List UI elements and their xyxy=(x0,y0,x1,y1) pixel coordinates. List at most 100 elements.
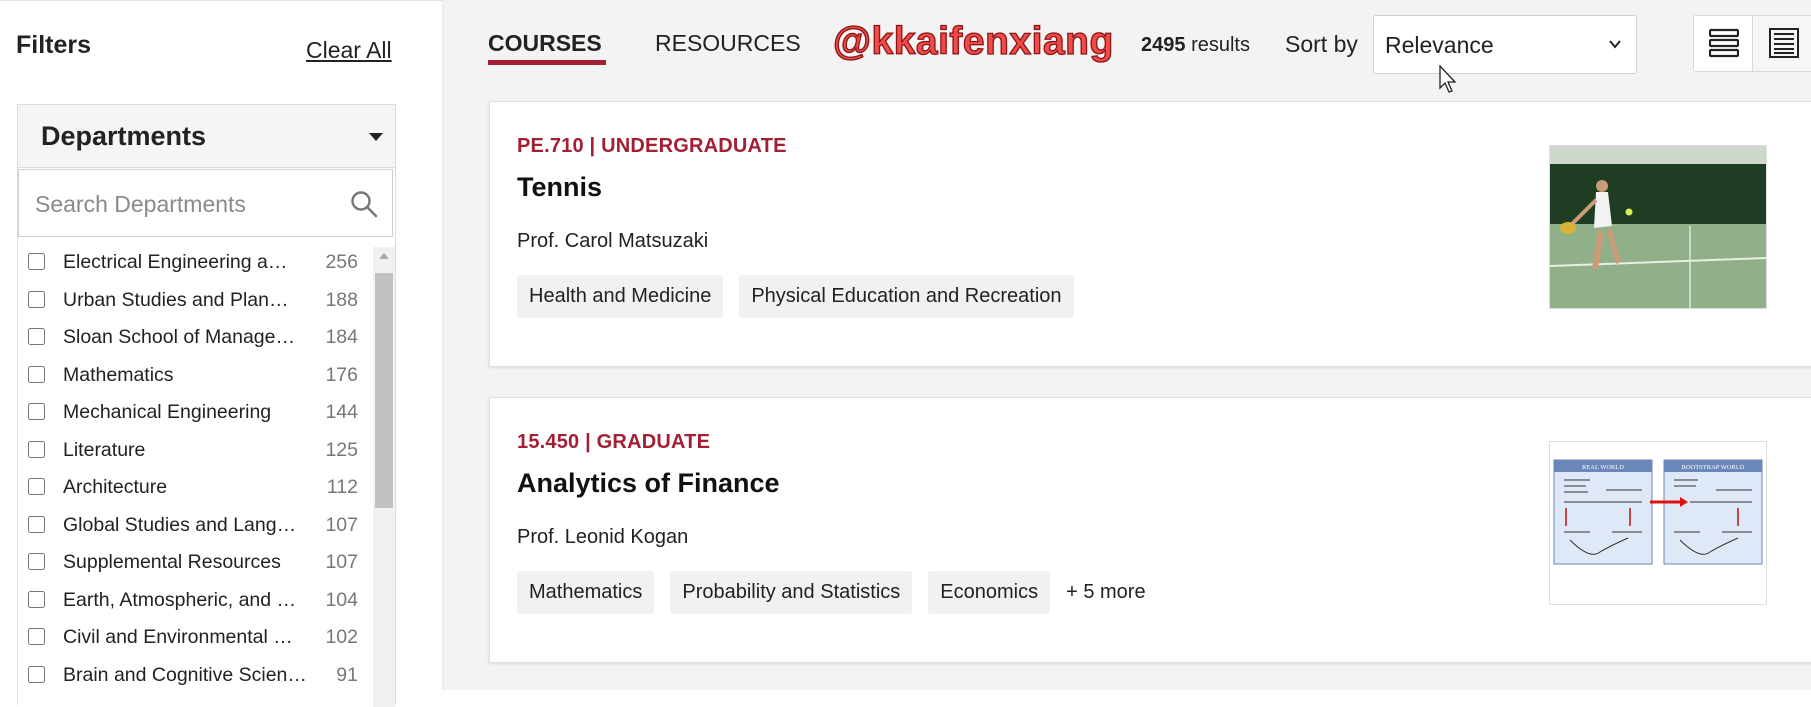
department-name: Mathematics xyxy=(63,363,174,386)
department-name: Literature xyxy=(63,438,146,461)
department-count: 188 xyxy=(325,288,358,311)
department-name: Urban Studies and Plan… xyxy=(63,288,289,311)
departments-filter-panel: Departments Electrical Engineering a… 256… xyxy=(17,104,396,707)
sort-select[interactable]: Relevance xyxy=(1373,15,1637,74)
departments-header[interactable]: Departments xyxy=(18,105,395,168)
view-toggle xyxy=(1693,15,1811,72)
caret-down-icon[interactable] xyxy=(369,133,383,141)
real-world-label: REAL WORLD xyxy=(1582,464,1624,471)
results-label: results xyxy=(1191,34,1250,56)
chevron-down-icon xyxy=(1609,40,1621,49)
topic-tag[interactable]: Health and Medicine xyxy=(517,275,724,318)
department-checkbox[interactable] xyxy=(28,440,45,458)
department-checkbox[interactable] xyxy=(28,665,45,683)
departments-title: Departments xyxy=(41,121,207,151)
department-count: 184 xyxy=(325,326,358,348)
tab-courses[interactable]: COURSES xyxy=(488,30,602,57)
department-count: 107 xyxy=(325,513,358,536)
department-checkbox[interactable] xyxy=(28,290,45,308)
list-view-button[interactable] xyxy=(1694,16,1753,71)
department-count: 91 xyxy=(336,663,358,686)
departments-search-input[interactable] xyxy=(33,184,347,224)
department-count: 125 xyxy=(325,438,358,461)
course-thumbnail[interactable] xyxy=(1549,145,1767,309)
more-tags-link[interactable]: + 5 more xyxy=(1066,581,1145,604)
department-checkbox[interactable] xyxy=(28,328,45,345)
department-checkbox[interactable] xyxy=(28,365,45,383)
department-item[interactable]: Earth, Atmospheric, and … 104 xyxy=(18,583,358,621)
course-instructor: Prof. Carol Matsuzaki xyxy=(517,230,709,252)
department-item[interactable]: Urban Studies and Plan… 188 xyxy=(18,283,358,321)
department-item[interactable]: Supplemental Resources 107 xyxy=(18,545,358,583)
department-checkbox[interactable] xyxy=(28,515,45,533)
department-name: Global Studies and Lang… xyxy=(63,513,297,536)
departments-list: Electrical Engineering a… 256 Urban Studi… xyxy=(18,245,358,695)
course-tags: Health and Medicine Physical Education a… xyxy=(517,275,1090,318)
course-number-level: 15.450 | GRADUATE xyxy=(517,431,711,453)
bootstrap-world-label: BOOTSTRAP WORLD xyxy=(1681,464,1744,471)
tennis-photo xyxy=(1550,146,1766,308)
topic-tag[interactable]: Mathematics xyxy=(517,571,655,614)
department-count: 176 xyxy=(325,363,358,386)
department-name: Civil and Environmental … xyxy=(63,626,293,648)
department-name: Brain and Cognitive Scien… xyxy=(63,663,307,686)
compact-view-button[interactable] xyxy=(1752,16,1811,71)
department-item[interactable]: Brain and Cognitive Scien… 91 xyxy=(18,658,358,696)
results-count: 2495 results xyxy=(1141,34,1250,57)
department-checkbox[interactable] xyxy=(28,553,45,570)
scrollbar-thumb[interactable] xyxy=(375,273,393,508)
course-instructor: Prof. Leonid Kogan xyxy=(517,526,689,548)
department-count: 104 xyxy=(325,588,358,611)
department-name: Earth, Atmospheric, and … xyxy=(63,588,297,611)
scroll-up-arrow-icon[interactable] xyxy=(379,253,389,259)
active-tab-indicator xyxy=(488,60,606,65)
department-item[interactable]: Sloan School of Manage… 184 xyxy=(18,320,358,358)
tab-resources[interactable]: RESOURCES xyxy=(655,30,801,57)
list-view-icon xyxy=(1709,28,1739,58)
department-item[interactable]: Global Studies and Lang… 107 xyxy=(18,508,358,546)
department-name: Sloan School of Manage… xyxy=(63,326,295,348)
compact-view-icon xyxy=(1769,28,1799,58)
department-count: 256 xyxy=(325,251,358,273)
department-item[interactable]: Literature 125 xyxy=(18,433,358,471)
course-number-level: PE.710 | UNDERGRADUATE xyxy=(517,135,787,157)
sort-label: Sort by xyxy=(1285,31,1358,57)
sort-value: Relevance xyxy=(1385,32,1494,58)
course-tags: Mathematics Probability and Statistics E… xyxy=(517,571,1146,614)
filters-title: Filters xyxy=(16,31,92,59)
department-item[interactable]: Architecture 112 xyxy=(18,470,358,508)
topic-tag[interactable]: Physical Education and Recreation xyxy=(739,275,1074,318)
department-count: 102 xyxy=(325,626,358,648)
department-item[interactable]: Civil and Environmental … 102 xyxy=(18,620,358,658)
department-checkbox[interactable] xyxy=(28,478,45,495)
department-checkbox[interactable] xyxy=(28,590,45,608)
course-title[interactable]: Analytics of Finance xyxy=(517,468,780,499)
department-checkbox[interactable] xyxy=(28,403,45,420)
department-item[interactable]: Electrical Engineering a… 256 xyxy=(18,245,358,283)
department-count: 112 xyxy=(326,476,358,498)
departments-scrollbar[interactable] xyxy=(373,247,395,707)
filters-sidebar: Filters Clear All Departments Electrical… xyxy=(0,0,442,707)
department-item[interactable]: Mathematics 176 xyxy=(18,358,358,396)
course-thumbnail[interactable]: REAL WORLD BOOTSTRAP WORLD xyxy=(1549,441,1767,605)
clear-all-link[interactable]: Clear All xyxy=(306,37,392,64)
bootstrap-diagram: REAL WORLD BOOTSTRAP WORLD xyxy=(1550,442,1766,604)
cursor-icon xyxy=(1439,65,1457,93)
results-main: COURSES RESOURCES @kkaifenxiang 2495 res… xyxy=(443,0,1811,690)
course-card[interactable]: PE.710 | UNDERGRADUATE Tennis Prof. Caro… xyxy=(489,101,1811,367)
department-name: Architecture xyxy=(63,476,168,498)
department-item[interactable]: Mechanical Engineering 144 xyxy=(18,395,358,433)
department-count: 107 xyxy=(325,551,358,573)
course-title[interactable]: Tennis xyxy=(517,172,602,203)
department-checkbox[interactable] xyxy=(28,628,45,645)
topic-tag[interactable]: Economics xyxy=(928,571,1051,614)
course-card[interactable]: 15.450 | GRADUATE Analytics of Finance P… xyxy=(489,397,1811,663)
department-checkbox[interactable] xyxy=(28,253,45,270)
department-count: 144 xyxy=(325,401,358,423)
results-number: 2495 xyxy=(1141,34,1186,56)
topic-tag[interactable]: Probability and Statistics xyxy=(670,571,913,614)
department-name: Electrical Engineering a… xyxy=(63,251,288,273)
department-name: Mechanical Engineering xyxy=(63,401,272,423)
search-icon[interactable] xyxy=(350,190,378,218)
department-name: Supplemental Resources xyxy=(63,551,281,573)
